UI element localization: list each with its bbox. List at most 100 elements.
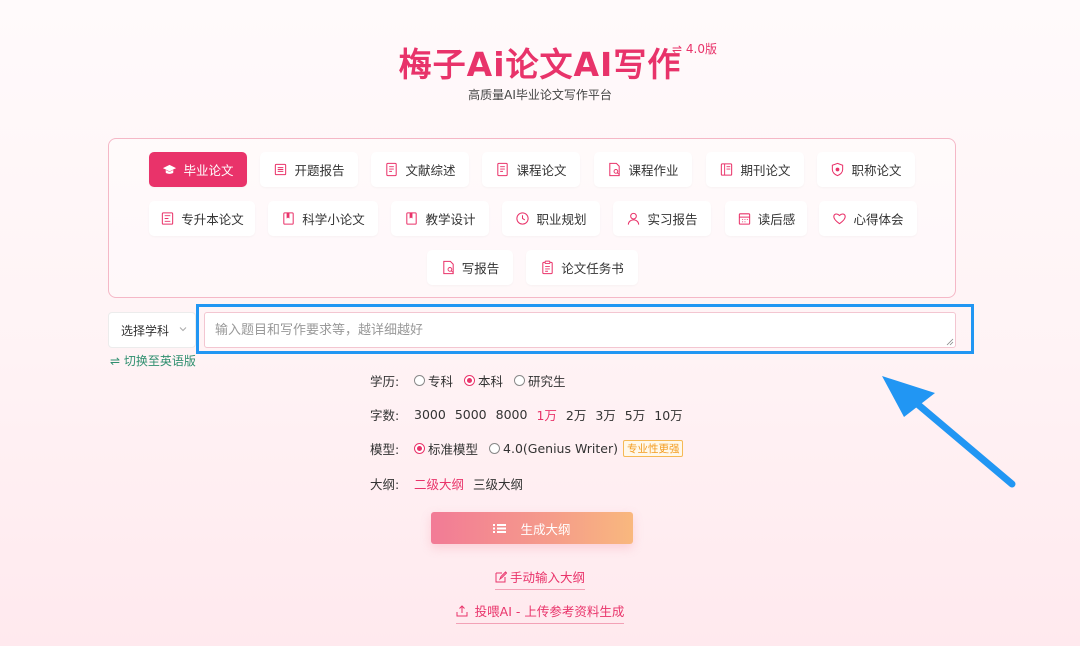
radio-dot-selected (414, 443, 425, 454)
type-chip-label: 开题报告 (294, 163, 345, 178)
outline-row: 大纲: 二级大纲 三级大纲 (370, 474, 532, 493)
switch-language-link[interactable]: ⇌ 切换至英语版 (110, 352, 196, 369)
type-chip-graduation-thesis[interactable]: 毕业论文 (149, 152, 247, 187)
word-count-option[interactable]: 3万 (595, 405, 615, 424)
type-chip-label: 读后感 (757, 212, 796, 227)
type-chip-label: 毕业论文 (183, 163, 234, 178)
type-chip-label: 课程作业 (628, 163, 679, 178)
outline-option[interactable]: 三级大纲 (473, 474, 523, 493)
radio-dot-selected (464, 375, 476, 386)
topic-input[interactable] (204, 312, 956, 348)
type-chip-label: 教学设计 (425, 212, 476, 227)
type-chip-teaching-design[interactable]: 教学设计 (391, 201, 489, 236)
type-chip-label: 实习报告 (647, 212, 698, 227)
type-chip-label: 心得体会 (853, 212, 904, 227)
education-option-label: 本科 (478, 374, 504, 389)
upload-reference-label: 投喂AI - 上传参考资料生成 (474, 604, 625, 619)
word-count-label: 字数: (370, 408, 400, 423)
report-icon (273, 162, 288, 177)
search-doc-icon (607, 162, 622, 177)
word-count-option[interactable]: 5万 (625, 405, 645, 424)
calendar-icon (737, 211, 752, 226)
generate-outline-button[interactable]: 生成大纲 (431, 512, 633, 544)
model-badge: 专业性更强 (622, 440, 684, 457)
page-subtitle: 高质量AI毕业论文写作平台 (468, 88, 612, 102)
search-doc-icon (441, 260, 456, 275)
subject-select-label: 选择学科 (121, 323, 170, 338)
upload-wrap: 投喂AI - 上传参考资料生成 (0, 601, 1080, 624)
upload-reference-link[interactable]: 投喂AI - 上传参考资料生成 (455, 601, 625, 624)
upload-icon (456, 604, 468, 616)
model-option-label: 4.0(Genius Writer) (503, 441, 618, 456)
type-chip-proposal-report[interactable]: 开题报告 (260, 152, 358, 187)
type-chip-reflection[interactable]: 心得体会 (819, 201, 917, 236)
type-chip-course-homework[interactable]: 课程作业 (594, 152, 692, 187)
type-chip-upgrade-paper[interactable]: 专升本论文 (149, 201, 255, 236)
manual-outline-label: 手动输入大纲 (509, 570, 585, 585)
switch-language-label: ⇌ 切换至英语版 (110, 354, 196, 368)
education-option-undergraduate[interactable]: 本科 (464, 371, 503, 390)
word-count-row: 字数: 3000 5000 8000 1万 2万 3万 5万 10万 (370, 405, 692, 424)
clipboard-icon (540, 260, 555, 275)
clock-icon (515, 211, 530, 226)
education-option-graduate[interactable]: 研究生 (514, 371, 566, 390)
paper-type-panel: 毕业论文 开题报告 文献综述 课程论文 课程作业 期刊论文 职称论文 专升本论文… (108, 138, 956, 298)
document-icon (384, 162, 399, 177)
type-chip-label: 写报告 (461, 261, 500, 276)
model-option-standard[interactable]: 标准模型 (414, 439, 478, 458)
word-count-option[interactable]: 8000 (496, 407, 528, 422)
model-option-genius-writer[interactable]: 4.0(Genius Writer) (489, 441, 618, 456)
type-chip-label: 期刊论文 (740, 163, 791, 178)
form-icon (160, 211, 175, 226)
model-label: 模型: (370, 442, 400, 457)
subject-select[interactable]: 选择学科 (108, 312, 196, 348)
type-chip-label: 职业规划 (536, 212, 587, 227)
type-chip-label: 文献综述 (405, 163, 456, 178)
type-chip-journal-paper[interactable]: 期刊论文 (706, 152, 804, 187)
education-option-junior-college[interactable]: 专科 (414, 371, 453, 390)
type-chip-label: 科学小论文 (302, 212, 365, 227)
model-row: 模型: 标准模型 4.0(Genius Writer) 专业性更强 (370, 439, 684, 458)
list-icon (493, 523, 507, 533)
manual-outline-link[interactable]: 手动输入大纲 (494, 567, 585, 590)
type-chip-label: 职称论文 (851, 163, 902, 178)
word-count-option[interactable]: 5000 (455, 407, 487, 422)
type-chip-literature-review[interactable]: 文献综述 (371, 152, 469, 187)
word-count-option[interactable]: 3000 (414, 407, 446, 422)
type-chip-write-report[interactable]: 写报告 (427, 250, 513, 285)
type-chip-science-essay[interactable]: 科学小论文 (268, 201, 378, 236)
book-icon (281, 211, 296, 226)
resize-handle-icon[interactable] (946, 338, 954, 346)
graduation-cap-icon (162, 162, 177, 177)
radio-dot (414, 375, 425, 386)
version-badge: ⇌ 4.0版 (672, 42, 717, 56)
type-chip-course-paper[interactable]: 课程论文 (482, 152, 580, 187)
type-chip-title-paper[interactable]: 职称论文 (817, 152, 915, 187)
generate-outline-label: 生成大纲 (520, 521, 571, 537)
education-row: 学历: 专科 本科 研究生 (370, 371, 577, 390)
heart-icon (832, 211, 847, 226)
type-chip-book-review[interactable]: 读后感 (725, 201, 807, 236)
type-chip-task-book[interactable]: 论文任务书 (526, 250, 638, 285)
page-title: 梅子Ai论文AI写作 (398, 45, 682, 84)
word-count-option[interactable]: 10万 (654, 405, 682, 424)
manual-outline-wrap: 手动输入大纲 (0, 567, 1080, 590)
model-option-label: 标准模型 (428, 442, 479, 457)
type-chip-internship-report[interactable]: 实习报告 (613, 201, 711, 236)
outline-option-selected[interactable]: 二级大纲 (414, 474, 464, 493)
journal-icon (719, 162, 734, 177)
education-option-label: 专科 (428, 374, 454, 389)
document-icon (495, 162, 510, 177)
shield-icon (830, 162, 845, 177)
outline-label: 大纲: (370, 477, 400, 492)
type-chip-career-planning[interactable]: 职业规划 (502, 201, 600, 236)
type-chip-label: 论文任务书 (561, 261, 624, 276)
type-chip-label: 专升本论文 (181, 212, 244, 227)
user-icon (626, 211, 641, 226)
word-count-option[interactable]: 2万 (566, 405, 586, 424)
type-chip-label: 课程论文 (516, 163, 567, 178)
education-label: 学历: (370, 374, 400, 389)
book-icon (404, 211, 419, 226)
word-count-option-selected[interactable]: 1万 (536, 405, 556, 424)
radio-dot (514, 375, 526, 386)
